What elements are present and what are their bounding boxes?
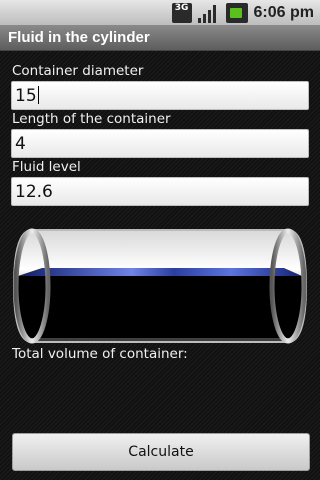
fluid-level-label: Fluid level xyxy=(12,159,81,175)
length-input[interactable]: 4 xyxy=(11,129,309,158)
calculate-button[interactable]: Calculate xyxy=(12,433,310,471)
total-volume-label: Total volume of container: xyxy=(12,346,188,362)
diameter-value: 15 xyxy=(15,86,37,106)
length-label: Length of the container xyxy=(12,111,171,127)
network-label: 3G xyxy=(174,2,189,13)
clock: 6:06 pm xyxy=(253,3,314,21)
fluid-level-input[interactable]: 12.6 xyxy=(11,177,309,206)
signal-icon xyxy=(197,3,220,23)
cylinder-illustration xyxy=(12,228,308,344)
length-value: 4 xyxy=(15,134,26,154)
diameter-label: Container diameter xyxy=(12,63,144,79)
status-bar: 3G 6:06 pm xyxy=(0,0,320,25)
fluid-body xyxy=(18,276,304,338)
calculate-label: Calculate xyxy=(128,444,194,460)
battery-icon xyxy=(225,2,248,23)
app-title: Fluid in the cylinder xyxy=(8,29,150,46)
fluid-surface xyxy=(18,268,302,276)
diameter-input[interactable]: 15 xyxy=(11,81,309,110)
3g-icon: 3G xyxy=(171,2,192,23)
app-title-bar: Fluid in the cylinder xyxy=(0,25,320,51)
fluid-level-value: 12.6 xyxy=(15,182,53,202)
